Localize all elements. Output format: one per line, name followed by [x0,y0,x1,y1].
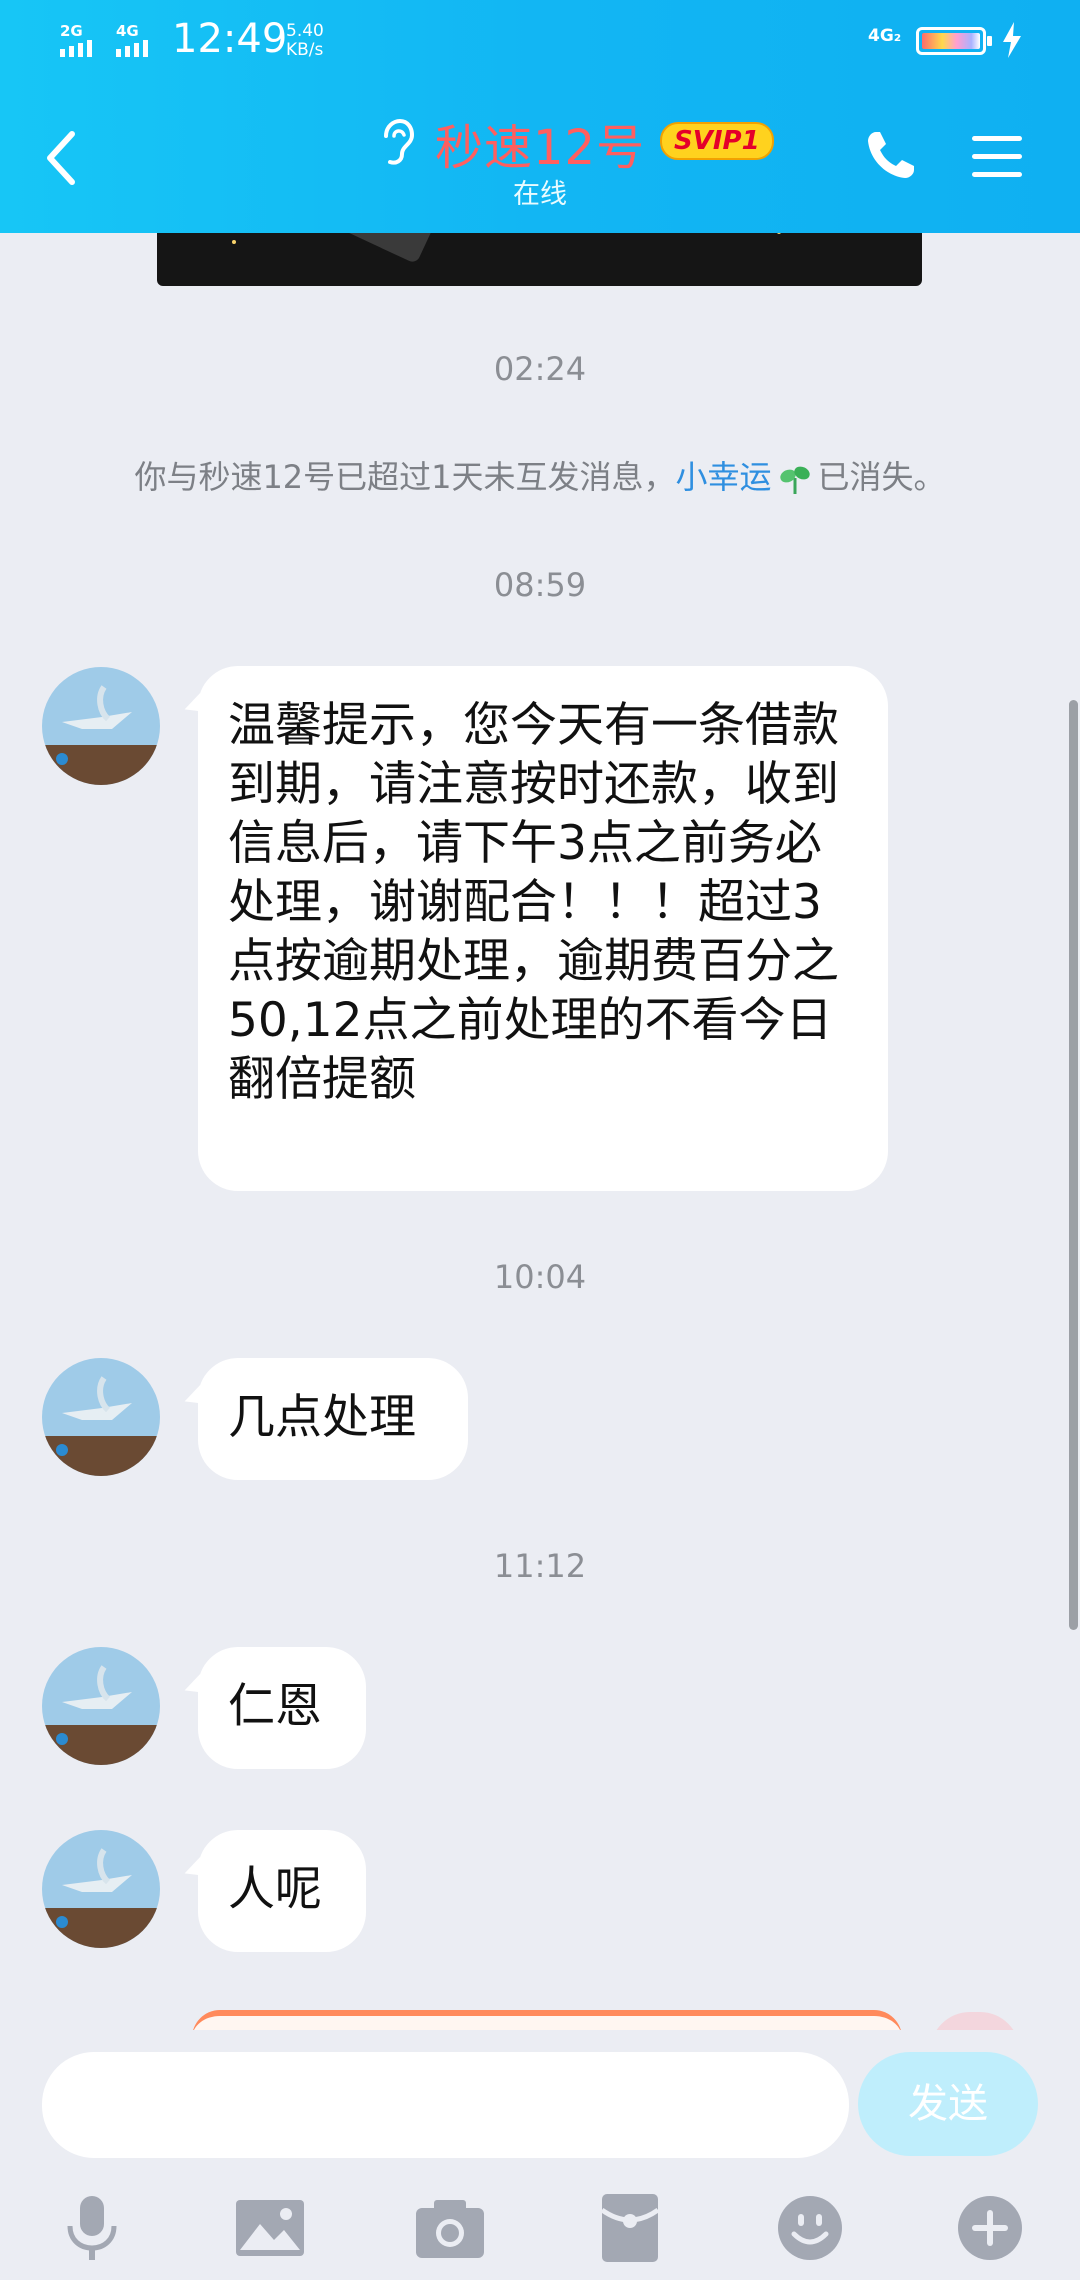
plus-icon[interactable] [950,2188,1030,2268]
send-button[interactable]: 发送 [858,2052,1038,2156]
timestamp: 08:59 [493,566,587,604]
avatar[interactable] [42,1647,160,1765]
signal-label-2: 4G [116,22,139,40]
camera-icon[interactable] [410,2188,490,2268]
system-notice: 你与秒速12号已超过1天未互发消息，小幸运 已消失。 [0,452,1080,498]
timestamp: 02:24 [493,350,587,388]
timestamp: 11:12 [493,1547,587,1585]
signal-bars-1-icon [60,40,92,57]
signal-label-1: 2G [60,22,83,40]
network-speed: 5.40 KB/s [286,22,324,60]
message-bubble[interactable]: 温馨提示，您今天有一条借款到期，请注意按时还款，收到信息后，请下午3点之前务必处… [198,666,888,1191]
notice-suffix: 已消失。 [817,458,946,496]
emoji-icon[interactable] [770,2188,850,2268]
message-bubble[interactable]: 几点处理 [198,1358,468,1480]
sprout-icon [779,466,810,494]
notice-prefix: 你与秒速12号已超过1天未互发消息， [134,458,676,496]
charging-icon [1003,22,1021,58]
chat-header: 2G 4G 12:49 5.40 KB/s 4G₂ 秒速12号 SVIP1 在线 [0,0,1080,233]
scrollbar[interactable] [1069,700,1078,1630]
online-status: 在线 [513,179,567,210]
menu-icon[interactable] [970,134,1024,180]
message-bubble[interactable]: 人呢 [198,1830,366,1952]
input-area: 发送 [0,2030,1080,2280]
svip-badge: SVIP1 [660,122,774,160]
input-toolbar [0,2188,1080,2268]
status-time: 12:49 [172,16,288,62]
network-type: 4G₂ [868,26,902,46]
avatar[interactable] [42,667,160,785]
message-bubble[interactable]: 仁恩 [198,1647,366,1769]
status-bar: 2G 4G 12:49 5.40 KB/s 4G₂ [0,0,1080,80]
avatar[interactable] [42,1358,160,1476]
speed-unit: KB/s [286,40,324,60]
contact-name[interactable]: 秒速12号 [435,108,645,178]
notice-link[interactable]: 小幸运 [676,458,772,496]
timestamp: 10:04 [493,1258,587,1296]
avatar[interactable] [42,1830,160,1948]
speed-value: 5.40 [286,21,324,41]
ear-icon[interactable] [378,118,414,166]
battery-icon [916,27,992,55]
microphone-icon[interactable] [52,2188,132,2268]
phone-icon[interactable] [862,128,918,184]
image-icon[interactable] [230,2188,310,2268]
signal-bars-2-icon [116,40,148,57]
red-packet-icon[interactable] [590,2188,670,2268]
message-input[interactable] [42,2052,849,2158]
